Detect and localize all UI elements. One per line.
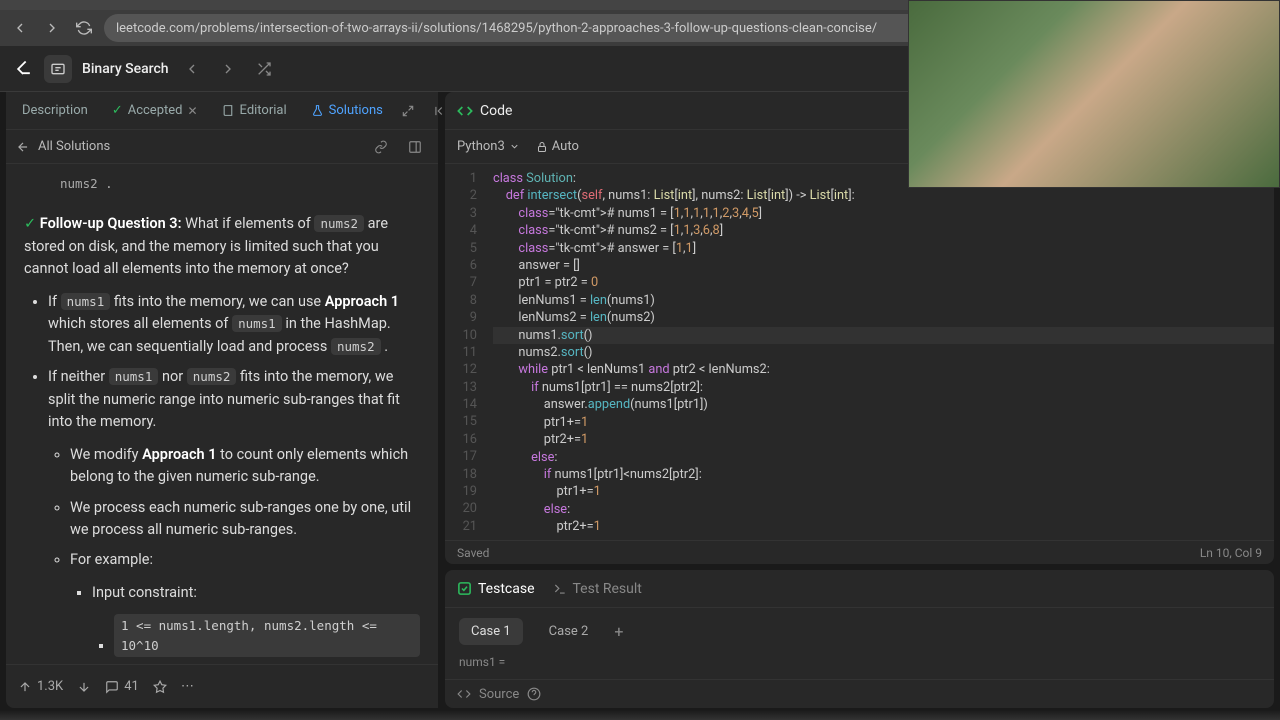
book-icon [222,104,235,117]
tab-editorial[interactable]: Editorial [214,99,295,122]
up-arrow-icon [18,680,32,694]
more-button[interactable]: ⋯ [181,679,194,694]
language-select[interactable]: Python3 [457,139,520,154]
prev-problem-icon[interactable] [179,56,205,82]
downvote-button[interactable] [77,680,91,694]
tab-solutions[interactable]: Solutions [303,99,391,122]
testcase-tab[interactable]: Testcase [457,581,535,597]
source-icon [457,687,471,701]
lock-icon [536,141,548,153]
saved-status: Saved [457,546,489,560]
playlist-icon[interactable] [44,55,72,83]
tab-description[interactable]: Description [14,99,96,122]
url-text: leetcode.com/problems/intersection-of-tw… [116,21,877,36]
comments-button[interactable]: 41 [105,679,139,694]
chevron-down-icon [509,141,520,152]
left-panel: Description ✓ Accepted ✕ Editorial Solut… [6,92,439,708]
webcam-overlay [908,0,1280,188]
forward-nav-icon[interactable] [40,16,64,40]
close-icon[interactable]: ✕ [187,104,197,118]
layout-icon[interactable] [402,134,428,160]
auto-toggle[interactable]: Auto [536,139,579,154]
tab-accepted[interactable]: ✓ Accepted ✕ [104,99,206,122]
code-title: Code [480,103,512,119]
nums1-label: nums1 = [459,655,1260,669]
link-icon[interactable] [368,134,394,160]
code-body[interactable]: class Solution: def intersect(self, nums… [487,164,1274,540]
down-arrow-icon [77,680,91,694]
check-icon: ✓ [112,103,123,118]
help-icon[interactable] [527,687,541,701]
left-tabs: Description ✓ Accepted ✕ Editorial Solut… [6,92,438,130]
check-icon: ✓ [24,215,36,232]
solution-content[interactable]: nums2 . ✓ Follow-up Question 3: What if … [6,164,438,664]
expand-icon[interactable] [395,98,421,124]
problem-set-name[interactable]: Binary Search [82,61,169,77]
case-2-button[interactable]: Case 2 [537,618,601,645]
cursor-position: Ln 10, Col 9 [1200,546,1262,560]
all-solutions-label[interactable]: All Solutions [38,139,110,154]
upvote-button[interactable]: 1.3K [18,679,63,694]
comment-icon [105,680,119,694]
solution-footer: 1.3K 41 ⋯ [6,664,438,708]
line-gutter: 123456789101112131415161718192021 [445,164,487,540]
flask-icon [311,104,324,117]
star-icon [153,680,167,694]
shuffle-icon[interactable] [251,56,277,82]
code-editor[interactable]: 123456789101112131415161718192021 class … [445,164,1274,540]
reload-icon[interactable] [72,16,96,40]
back-nav-icon[interactable] [8,16,32,40]
question-3-paragraph: ✓ Follow-up Question 3: What if elements… [24,213,420,280]
testcase-panel: Testcase Test Result Case 1 Case 2 + num… [445,570,1274,708]
bullet-1: If nums1 fits into the memory, we can us… [48,291,420,358]
solutions-subheader: All Solutions [6,130,438,164]
test-result-tab[interactable]: Test Result [553,581,642,597]
star-button[interactable] [153,680,167,694]
terminal-icon [553,582,567,596]
trail-text: nums2 . [60,174,420,193]
back-icon[interactable] [16,140,30,154]
check-box-icon [457,581,472,596]
case-1-button[interactable]: Case 1 [459,618,523,645]
code-icon [457,103,473,119]
bullet-2: If neither nums1 nor nums2 fits into the… [48,366,420,664]
leetcode-logo-icon[interactable] [14,59,34,79]
next-problem-icon[interactable] [215,56,241,82]
add-case-button[interactable]: + [614,622,623,641]
source-label[interactable]: Source [479,687,519,702]
